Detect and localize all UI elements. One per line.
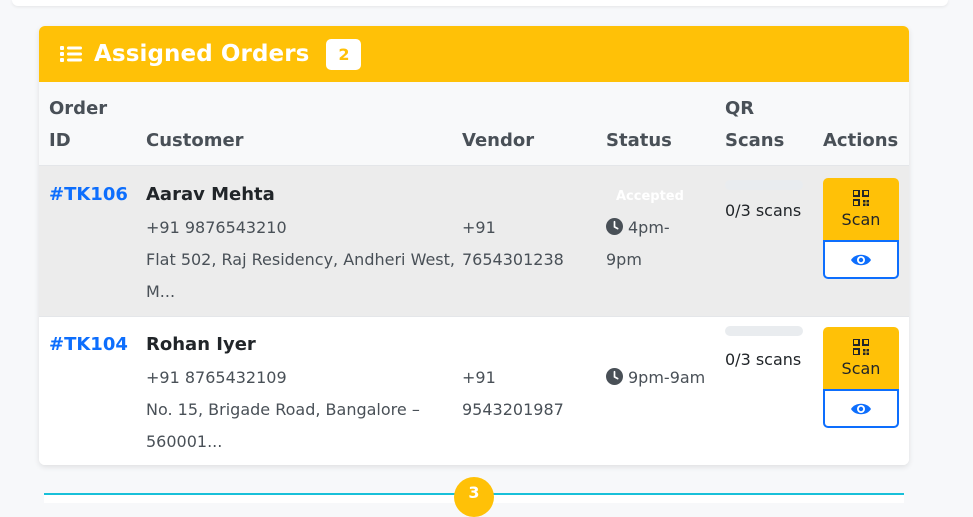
scan-count: 0/3 scans: [725, 350, 802, 369]
qrcode-icon: [853, 338, 869, 355]
scan-button[interactable]: Scan: [823, 178, 899, 240]
delivery-time: 9pm-9am: [606, 362, 705, 394]
table-row: #TK104 Rohan Iyer +91 8765432109 No. 15,…: [39, 316, 909, 465]
column-header-actions: Actions: [823, 130, 899, 151]
column-header-order-id: Order ID: [49, 98, 108, 151]
status-badge: Accepted: [616, 189, 684, 204]
card-header: Assigned Orders 2: [39, 26, 909, 82]
row-actions: Scan: [823, 327, 899, 428]
assigned-orders-card: Assigned Orders 2 Order ID Customer Vend…: [39, 26, 909, 465]
scan-progress-bar: [725, 326, 803, 336]
previous-card-edge: [12, 0, 948, 6]
customer-address: Flat 502, Raj Residency, Andheri West, M…: [146, 250, 455, 301]
delivery-time: 4pm- 9pm: [606, 218, 670, 269]
customer-address: No. 15, Brigade Road, Bangalore – 560001…: [146, 400, 420, 451]
view-button[interactable]: [823, 389, 899, 428]
order-id-link[interactable]: #TK104: [49, 329, 128, 361]
scan-button[interactable]: Scan: [823, 327, 899, 389]
vendor-phone: +91 9543201987: [462, 368, 564, 419]
orders-count-badge: 2: [326, 38, 362, 70]
scan-count: 0/3 scans: [725, 201, 802, 220]
table-header: Order ID Customer Vendor Status QR Scans…: [39, 82, 909, 166]
table-row: #TK106 Aarav Mehta +91 9876543210 Flat 5…: [39, 166, 909, 316]
qrcode-icon: [853, 189, 869, 206]
customer-name: Rohan Iyer: [146, 334, 256, 355]
eye-icon: [851, 254, 871, 265]
list-icon: [60, 46, 82, 62]
eye-icon: [851, 403, 871, 414]
customer-phone: +91 8765432109: [146, 368, 287, 387]
customer-name: Aarav Mehta: [146, 184, 275, 205]
row-actions: Scan: [823, 178, 899, 279]
customer-phone: +91 9876543210: [146, 218, 287, 237]
column-header-qr-scans: QR Scans: [725, 98, 785, 151]
column-header-customer: Customer: [146, 130, 244, 151]
column-header-vendor: Vendor: [462, 130, 535, 151]
clock-icon: [606, 368, 623, 385]
card-title: Assigned Orders: [94, 41, 310, 67]
scan-progress-bar: [725, 180, 803, 190]
scan-button-label: Scan: [841, 209, 881, 229]
scan-button-label: Scan: [841, 358, 881, 378]
vendor-phone: +91 7654301238: [462, 218, 564, 269]
next-section-count-badge: 3: [454, 477, 494, 517]
order-id-link[interactable]: #TK106: [49, 179, 128, 211]
clock-icon: [606, 218, 623, 235]
column-header-status: Status: [606, 130, 672, 151]
view-button[interactable]: [823, 240, 899, 279]
